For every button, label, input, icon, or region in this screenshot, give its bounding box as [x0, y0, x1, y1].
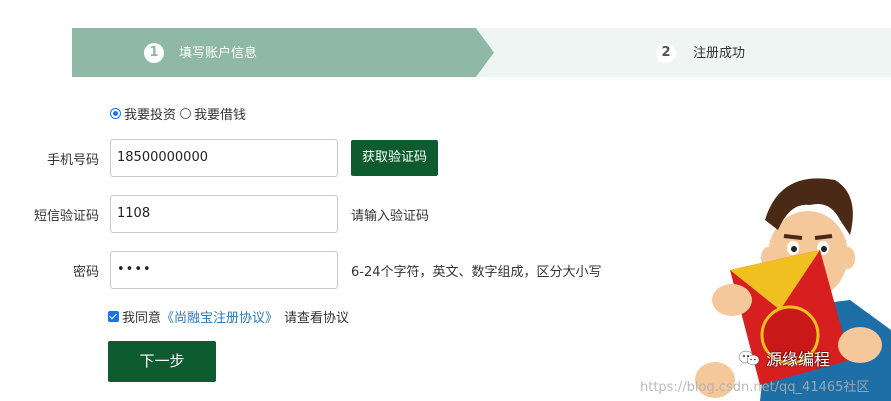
agreement-row: 我同意 《尚融宝注册协议》 请查看协议: [108, 307, 349, 326]
radio-invest[interactable]: [110, 108, 121, 119]
get-code-button[interactable]: 获取验证码: [351, 140, 438, 176]
radio-invest-label[interactable]: 我要投资: [124, 104, 176, 123]
step-1-number: 1: [144, 43, 164, 63]
radio-borrow[interactable]: [180, 108, 192, 119]
step-2-label: 注册成功: [693, 46, 746, 61]
agree-suffix: 请查看协议: [284, 311, 350, 326]
phone-input[interactable]: 18500000000: [110, 139, 338, 177]
sms-code-label: 短信验证码: [33, 209, 99, 224]
step-2-number: 2: [656, 43, 676, 63]
wechat-icon: [738, 350, 760, 366]
password-hint: 6-24个字符，英文、数字组成，区分大小写: [351, 265, 602, 280]
sms-code-hint: 请输入验证码: [351, 209, 430, 224]
step-progress-bar: 1 填写账户信息 2 注册成功: [72, 28, 891, 77]
password-input[interactable]: ••••: [110, 251, 338, 289]
password-label: 密码: [72, 265, 99, 280]
sms-code-input[interactable]: 1108: [110, 195, 338, 233]
agree-prefix: 我同意: [122, 311, 162, 326]
role-radio-group: 我要投资 我要借钱: [110, 104, 250, 123]
phone-label: 手机号码: [46, 153, 99, 168]
wechat-brand-text: 源缘编程: [766, 350, 831, 369]
step-2: 2 注册成功: [477, 28, 891, 77]
agreement-link[interactable]: 《尚融宝注册协议》: [161, 307, 278, 326]
radio-borrow-label[interactable]: 我要借钱: [194, 104, 246, 123]
wechat-brand-overlay: 源缘编程: [738, 346, 830, 370]
next-step-button[interactable]: 下一步: [108, 341, 216, 382]
agree-checkbox[interactable]: [108, 311, 119, 322]
step-1: 1 填写账户信息: [72, 28, 494, 77]
url-watermark: https://blog.csdn.net/qq_41465社区: [640, 380, 870, 395]
step-1-label: 填写账户信息: [179, 46, 258, 61]
